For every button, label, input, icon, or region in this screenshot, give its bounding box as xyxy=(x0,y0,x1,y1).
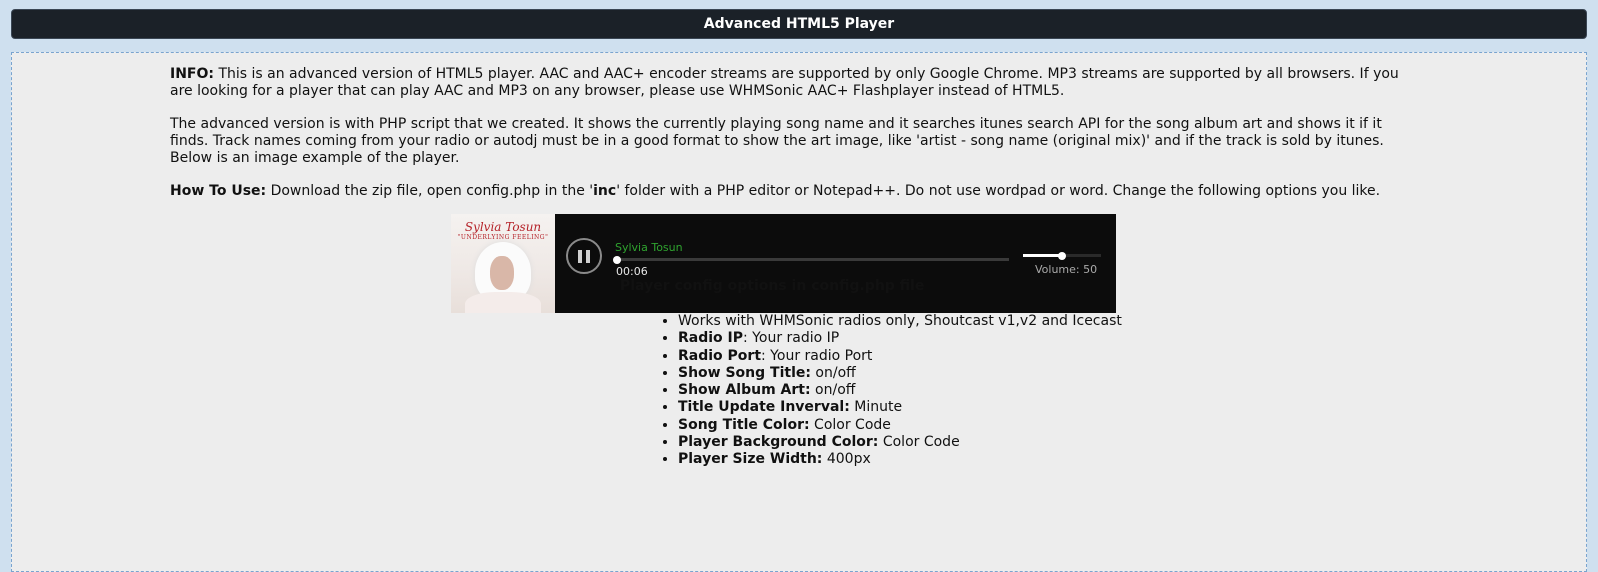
page-title-bar: Advanced HTML5 Player xyxy=(11,9,1587,39)
volume-fill xyxy=(1023,254,1062,257)
album-subtitle: "UNDERLYING FEELING" xyxy=(457,234,549,241)
config-options-title: Player config options in config.php file xyxy=(620,278,925,294)
album-art: Sylvia Tosun "UNDERLYING FEELING" xyxy=(451,214,555,313)
info-paragraph: INFO: This is an advanced version of HTM… xyxy=(170,66,1405,100)
how-to-use-label: How To Use: xyxy=(170,183,267,199)
config-option-item: Works with WHMSonic radios only, Shoutca… xyxy=(678,313,1122,330)
info-text-body: This is an advanced version of HTML5 pla… xyxy=(170,66,1399,99)
pause-icon-bar-left xyxy=(578,250,582,263)
pause-icon-bar-right xyxy=(586,250,590,263)
album-art-shoulders xyxy=(465,292,541,313)
how-to-use-text-b: ' folder with a PHP editor or Notepad++.… xyxy=(616,183,1381,199)
elapsed-time: 00:06 xyxy=(616,265,648,278)
config-options-list: Works with WHMSonic radios only, Shoutca… xyxy=(658,313,1122,469)
config-option-value: Color Code xyxy=(809,416,891,433)
config-option-item: Radio Port: Your radio Port xyxy=(678,348,1122,365)
config-option-value: on/off xyxy=(810,382,856,399)
page-title: Advanced HTML5 Player xyxy=(703,16,895,32)
config-option-item: Show Album Art: on/off xyxy=(678,382,1122,399)
info-text: INFO: This is an advanced version of HTM… xyxy=(170,66,1405,216)
config-option-value: Color Code xyxy=(878,434,960,451)
progress-knob[interactable] xyxy=(613,255,621,264)
pause-button[interactable] xyxy=(566,238,602,274)
how-to-use-paragraph: How To Use: Download the zip file, open … xyxy=(170,183,1405,200)
config-option-label: Player Background Color: xyxy=(678,434,879,451)
config-option-value: : Your radio Port xyxy=(761,347,873,364)
config-option-item: Show Song Title: on/off xyxy=(678,365,1122,382)
album-artist-name: Sylvia Tosun xyxy=(464,220,542,234)
config-option-item: Player Background Color: Color Code xyxy=(678,434,1122,451)
player-example-image: Sylvia Tosun "UNDERLYING FEELING" Sylvia… xyxy=(451,214,1116,313)
config-option-label: Song Title Color: xyxy=(678,416,810,433)
config-option-label: Radio IP xyxy=(678,330,744,347)
how-to-use-text-a: Download the zip file, open config.php i… xyxy=(266,183,594,199)
config-option-value: 400px xyxy=(822,451,871,468)
config-option-value: : Your radio IP xyxy=(743,330,840,347)
advanced-paragraph: The advanced version is with PHP script … xyxy=(170,116,1384,166)
volume-knob[interactable] xyxy=(1058,251,1066,260)
config-option-label: Title Update Inverval: xyxy=(678,399,850,416)
config-option-value: on/off xyxy=(810,364,856,381)
inc-folder-name: inc xyxy=(593,183,617,199)
volume-slider[interactable] xyxy=(1023,251,1101,260)
album-art-face xyxy=(490,256,514,290)
volume-label: Volume: 50 xyxy=(1035,263,1098,276)
progress-bar[interactable] xyxy=(613,255,1009,264)
config-option-item: Player Size Width: 400px xyxy=(678,451,1122,468)
config-option-item: Radio IP: Your radio IP xyxy=(678,330,1122,347)
info-label: INFO: xyxy=(170,66,214,82)
config-option-label: Radio Port xyxy=(678,347,762,364)
config-option-item: Title Update Inverval: Minute xyxy=(678,399,1122,416)
config-option-value: Minute xyxy=(849,399,903,416)
config-option-label: Show Song Title: xyxy=(678,364,811,381)
config-option-item: Song Title Color: Color Code xyxy=(678,417,1122,434)
song-title: Sylvia Tosun xyxy=(615,241,683,254)
config-option-value: Works with WHMSonic radios only, Shoutca… xyxy=(678,313,1122,329)
config-option-label: Show Album Art: xyxy=(678,382,811,399)
config-option-label: Player Size Width: xyxy=(678,451,823,468)
